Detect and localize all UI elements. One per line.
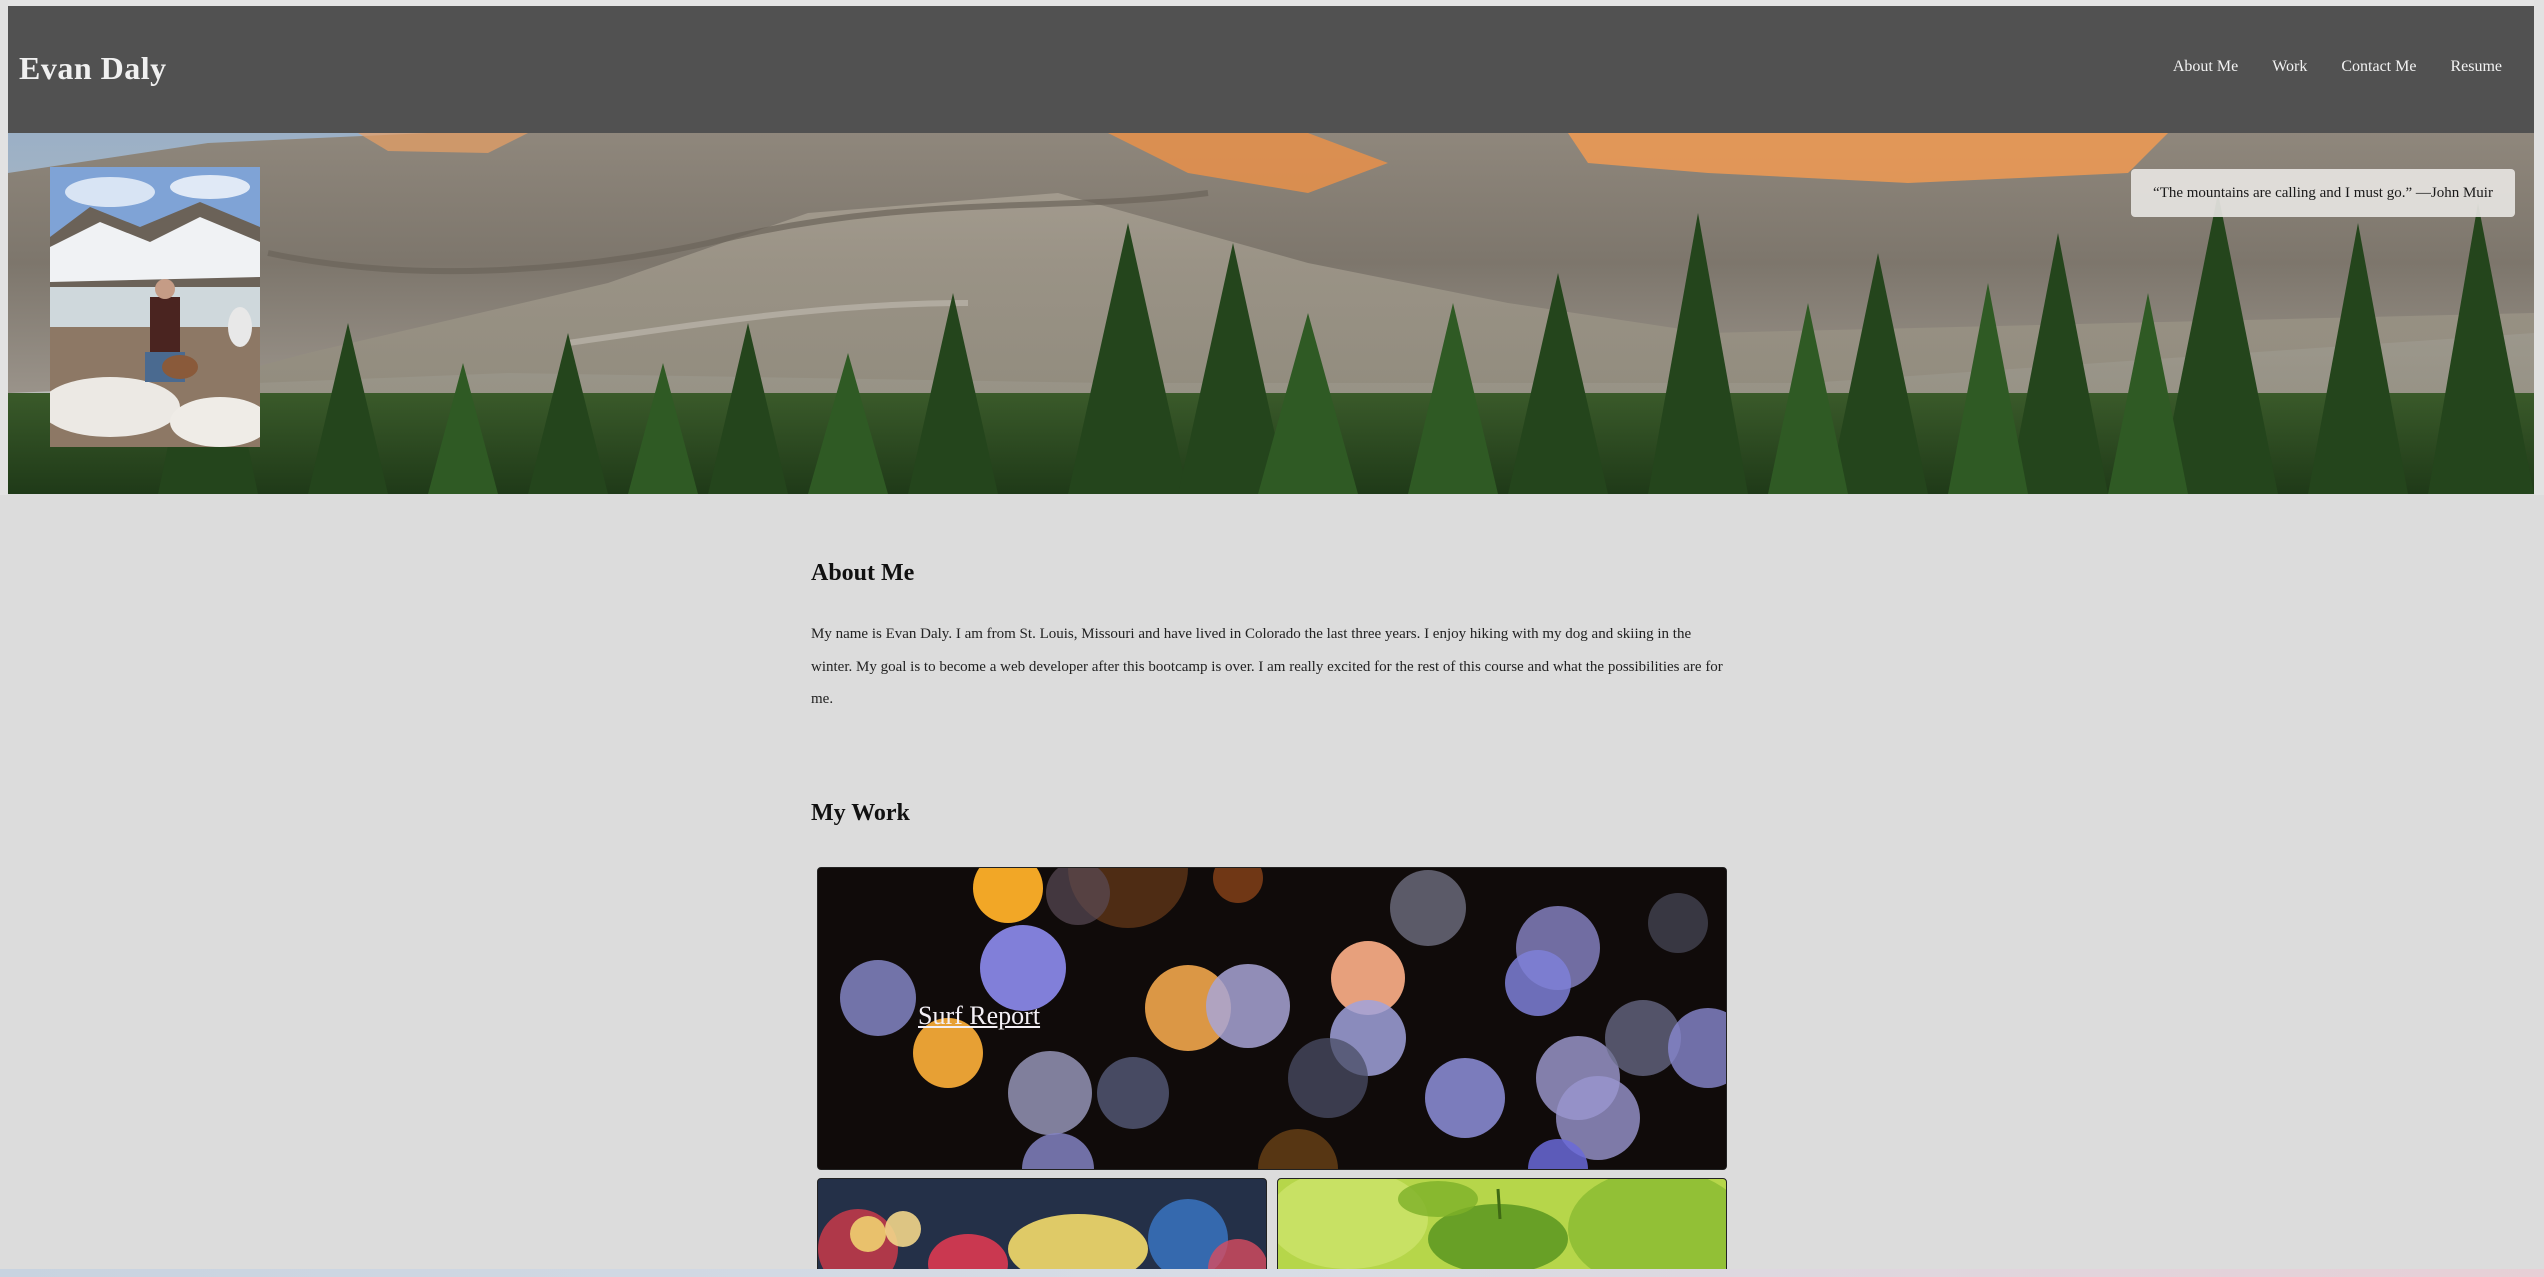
hero-banner: “The mountains are calling and I must go… [8, 133, 2534, 494]
project-card-surf-report[interactable]: Surf Report [817, 867, 1727, 1170]
nav-work[interactable]: Work [2272, 58, 2307, 76]
about-section: About Me My name is Evan Daly. I am from… [811, 560, 1731, 716]
main-nav: About Me Work Contact Me Resume [2173, 58, 2502, 76]
project-card-rain-lights[interactable] [817, 1178, 1267, 1277]
hero-quote: “The mountains are calling and I must go… [2131, 169, 2515, 217]
nav-contact-me[interactable]: Contact Me [2341, 58, 2416, 76]
project-link-surf-report[interactable]: Surf Report [918, 1001, 1040, 1031]
right-edge [2534, 0, 2544, 495]
profile-photo [50, 167, 260, 447]
left-edge [0, 0, 8, 495]
project-card-green-leaves[interactable] [1277, 1178, 1727, 1277]
work-heading: My Work [811, 800, 910, 826]
nav-about-me[interactable]: About Me [2173, 58, 2238, 76]
rain-window-image [818, 1179, 1266, 1277]
green-leaves-image [1278, 1179, 1726, 1277]
site-brand[interactable]: Evan Daly [19, 50, 167, 87]
taskbar-edge [0, 1269, 2544, 1277]
about-text: My name is Evan Daly. I am from St. Loui… [811, 626, 1723, 707]
site-header: Evan Daly About Me Work Contact Me Resum… [8, 6, 2534, 133]
portfolio-page: Evan Daly About Me Work Contact Me Resum… [0, 0, 2544, 1277]
about-heading: About Me [811, 560, 915, 586]
nav-resume[interactable]: Resume [2450, 58, 2502, 76]
